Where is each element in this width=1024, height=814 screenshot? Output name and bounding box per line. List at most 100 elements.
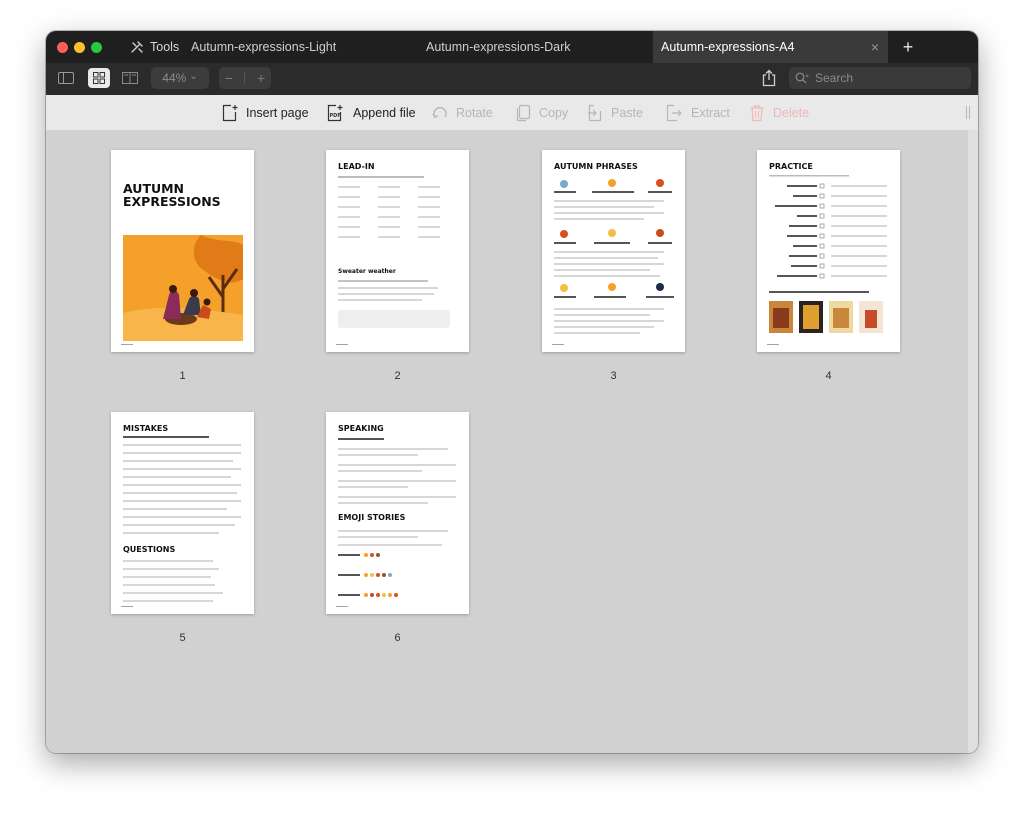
text-line <box>418 216 440 218</box>
share-button[interactable] <box>761 69 779 89</box>
insert-page-label: Insert page <box>246 105 309 120</box>
page-footer: ▬▬▬▬ <box>552 342 564 346</box>
text-line <box>378 216 400 218</box>
minimize-window-button[interactable] <box>74 42 85 53</box>
text-line <box>338 293 434 295</box>
tools-button[interactable]: Tools <box>130 31 179 63</box>
page-thumbnail-5[interactable]: MISTAKES QUESTIONS ▬▬▬▬ <box>111 412 254 614</box>
zoom-dropdown[interactable]: 44% ⌄ <box>151 67 209 89</box>
page-thumbnail-1[interactable]: AUTUMN EXPRESSIONS ▬▬▬▬ <box>111 150 254 352</box>
chevron-down-icon: ⌄ <box>189 70 198 82</box>
delete-button[interactable]: Delete <box>749 95 809 130</box>
search-input[interactable] <box>815 71 945 85</box>
close-window-button[interactable] <box>57 42 68 53</box>
extract-button[interactable]: Extract <box>665 95 730 130</box>
page-footer: ▬▬▬▬ <box>121 342 133 346</box>
extract-label: Extract <box>691 105 730 120</box>
app-window: Tools Autumn-expressions-Light Autumn-ex… <box>46 31 978 753</box>
tab-autumn-expressions-dark[interactable]: Autumn-expressions-Dark <box>426 31 571 63</box>
text-line <box>378 186 400 188</box>
text-line <box>418 236 440 238</box>
delete-label: Delete <box>773 105 810 120</box>
page-footer: ▬▬▬▬ <box>336 604 348 608</box>
zoom-stepper: − + <box>219 67 271 89</box>
tab-label: Autumn-expressions-A4 <box>661 40 795 54</box>
tab-label: Autumn-expressions-Light <box>191 40 337 54</box>
text-line <box>418 206 440 208</box>
page-footer: ▬▬▬▬ <box>336 342 348 346</box>
paste-icon <box>588 104 602 121</box>
tools-label: Tools <box>150 40 180 54</box>
text-line <box>378 196 400 198</box>
paste-button[interactable]: Paste <box>587 95 643 130</box>
copy-icon <box>516 104 531 121</box>
page-number-label: 3 <box>610 370 617 382</box>
page-footer: ▬▬▬▬ <box>767 342 779 346</box>
page-number-label: 2 <box>394 370 401 382</box>
search-field[interactable] <box>789 67 971 89</box>
append-file-icon: PDF <box>327 104 343 121</box>
page-number-label: 4 <box>825 370 832 382</box>
insert-page-icon <box>222 104 238 121</box>
svg-text:PDF: PDF <box>330 113 341 119</box>
append-file-label: Append file <box>353 105 416 120</box>
tab-label: Autumn-expressions-Dark <box>426 40 571 54</box>
text-line <box>378 226 400 228</box>
sidebar-toggle-button[interactable] <box>55 68 77 88</box>
copy-button[interactable]: Copy <box>515 95 568 130</box>
stepper-divider <box>244 72 246 84</box>
text-line <box>338 280 428 282</box>
page-actions-bar: Insert page PDF Append file Rotate Copy … <box>46 95 978 131</box>
page-subtitle: EMOJI STORIES <box>338 513 406 522</box>
grid-icon <box>93 72 105 84</box>
text-line <box>418 196 440 198</box>
extract-icon <box>666 104 682 121</box>
vertical-scrollbar[interactable] <box>968 130 978 753</box>
text-line <box>338 299 422 301</box>
tab-autumn-expressions-light[interactable]: Autumn-expressions-Light <box>191 31 336 63</box>
sidebar-icon <box>58 72 74 84</box>
close-tab-icon[interactable]: × <box>862 31 888 63</box>
text-line <box>338 236 360 238</box>
page-thumbnail-2[interactable]: LEAD-IN Sweater weather ▬▬▬▬ <box>326 150 469 352</box>
copy-label: Copy <box>539 105 569 120</box>
page-number-label: 5 <box>179 632 186 644</box>
page-thumbnail-6[interactable]: SPEAKING EMOJI STORIES ▬▬▬▬ <box>326 412 469 614</box>
text-line <box>378 206 400 208</box>
rotate-icon <box>432 106 447 118</box>
view-toolbar: 44% ⌄ − + <box>46 63 978 95</box>
tab-autumn-expressions-a4[interactable]: Autumn-expressions-A4 × <box>653 31 888 63</box>
page-title: AUTUMN EXPRESSIONS <box>123 181 221 209</box>
tools-icon <box>130 40 144 54</box>
text-line <box>338 186 360 188</box>
page-thumbnail-3[interactable]: AUTUMN PHRASES ▬▬▬▬ <box>542 150 685 352</box>
page-number-label: 1 <box>179 370 186 382</box>
panel-resize-handle[interactable] <box>966 106 970 119</box>
page-grid: AUTUMN EXPRESSIONS ▬▬▬▬ 1 LEAD-IN Sweate… <box>46 130 978 753</box>
grid-view-button[interactable] <box>88 68 110 88</box>
zoom-in-button[interactable]: + <box>257 70 265 86</box>
page-title: LEAD-IN <box>338 162 375 171</box>
text-line <box>338 196 360 198</box>
text-line <box>338 226 360 228</box>
page-footer: ▬▬▬▬ <box>121 604 133 608</box>
page-number-label: 6 <box>394 632 401 644</box>
append-file-button[interactable]: PDF Append file <box>327 95 416 130</box>
title-bar: Tools Autumn-expressions-Light Autumn-ex… <box>46 31 978 63</box>
text-line <box>418 186 440 188</box>
two-page-icon <box>122 72 138 84</box>
text-line <box>338 216 360 218</box>
two-page-view-button[interactable] <box>119 68 141 88</box>
text-line <box>338 176 424 178</box>
autumn-illustration <box>123 235 243 341</box>
dialogue-box <box>338 310 450 328</box>
zoom-out-button[interactable]: − <box>225 70 233 86</box>
maximize-window-button[interactable] <box>91 42 102 53</box>
new-tab-button[interactable]: + <box>896 31 920 63</box>
share-icon <box>762 69 776 87</box>
rotate-button[interactable]: Rotate <box>432 95 493 130</box>
page-thumbnail-4[interactable]: PRACTICE ▬▬▬▬ <box>757 150 900 352</box>
insert-page-button[interactable]: Insert page <box>222 95 309 130</box>
text-line <box>338 206 360 208</box>
rotate-label: Rotate <box>456 105 493 120</box>
